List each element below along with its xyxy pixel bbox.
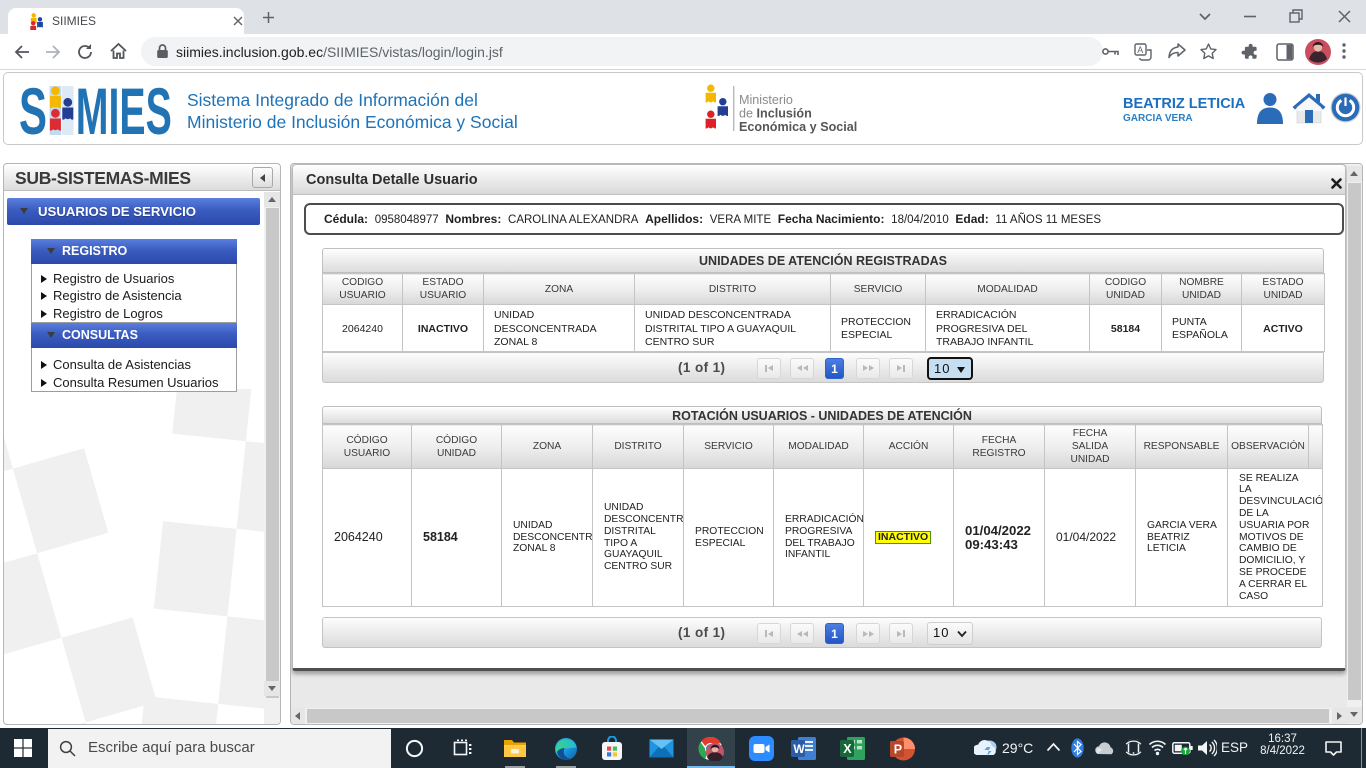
svg-text:X: X xyxy=(843,742,852,756)
svg-text:Ministerio: Ministerio xyxy=(739,93,793,107)
svg-text:P: P xyxy=(894,743,902,757)
svg-text:Económica y Social: Económica y Social xyxy=(739,120,857,134)
svg-text:de Inclusión: de Inclusión xyxy=(739,107,812,121)
svg-text:A: A xyxy=(1137,45,1143,55)
svg-text:W: W xyxy=(793,742,805,756)
svg-text:MIES: MIES xyxy=(76,83,172,141)
svg-text:S: S xyxy=(20,83,47,141)
